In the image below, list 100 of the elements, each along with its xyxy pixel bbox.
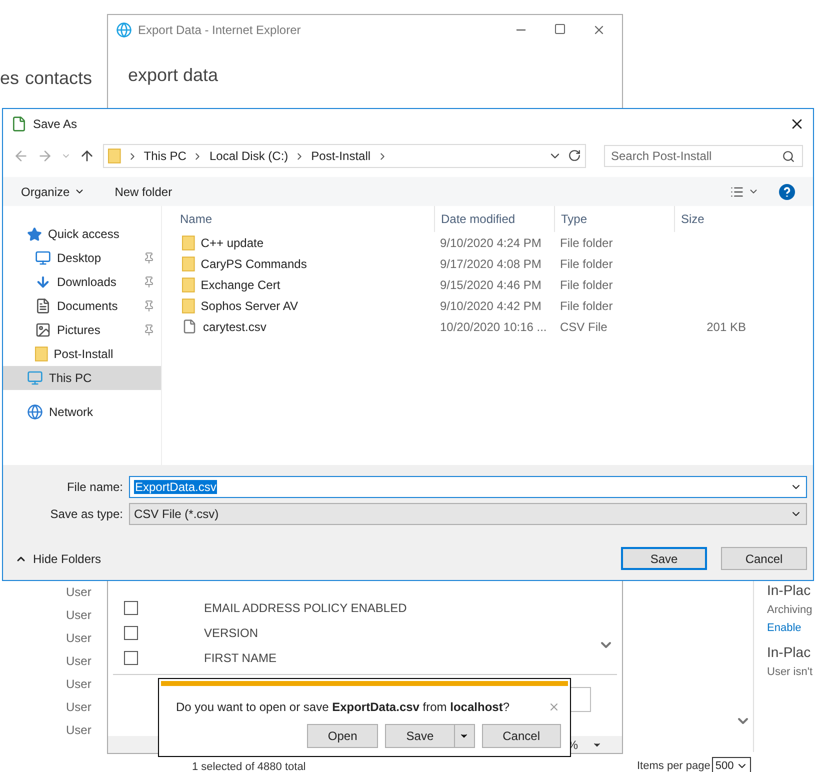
open-button[interactable]: Open bbox=[306, 724, 378, 748]
file-name-field[interactable]: ExportData.csv bbox=[129, 476, 807, 498]
file-name: CaryPS Commands bbox=[200, 256, 307, 270]
folder-icon bbox=[182, 234, 195, 250]
nav-link[interactable]: contacts bbox=[25, 68, 92, 88]
status-text: 1 selected of 4880 total bbox=[192, 761, 306, 772]
enable-link[interactable]: Enable bbox=[767, 622, 802, 634]
nav-label: Downloads bbox=[57, 275, 118, 289]
notification-message: Do you want to open or save ExportData.csv from localhost? bbox=[176, 700, 511, 714]
save-button[interactable]: Save bbox=[621, 547, 707, 570]
table-cell: User bbox=[66, 630, 92, 646]
table-cell-text: 10/20/2020 10:16 ... bbox=[439, 320, 547, 334]
nav-label: Network bbox=[49, 405, 94, 419]
panel-text: Archiving bbox=[767, 604, 812, 616]
field-label: VERSION bbox=[204, 626, 258, 640]
file-row[interactable]: C++ update 9/10/2020 4:24 PM File folder bbox=[162, 232, 813, 253]
save-icon bbox=[11, 116, 27, 132]
nav-label: Quick access bbox=[48, 227, 120, 241]
page-heading: export data bbox=[127, 64, 220, 86]
view-icon[interactable] bbox=[730, 184, 744, 198]
cancel-button[interactable]: Cancel bbox=[482, 724, 561, 748]
table-cell-text: 9/10/2020 4:42 PM bbox=[439, 298, 542, 312]
nav-item[interactable]: Network bbox=[3, 400, 161, 424]
nav-item[interactable]: Desktop bbox=[3, 246, 161, 270]
file-row[interactable]: CaryPS Commands 9/17/2020 4:08 PM File folder bbox=[162, 253, 813, 274]
table-cell-text: CSV File bbox=[559, 320, 608, 334]
breadcrumb[interactable]: This PC bbox=[144, 149, 186, 163]
folder-icon bbox=[35, 346, 48, 362]
new-folder-button[interactable]: New folder bbox=[114, 184, 172, 198]
section-heading: In-Plac bbox=[767, 582, 811, 598]
file-row[interactable]: Sophos Server AV 9/10/2020 4:42 PM File folder bbox=[162, 295, 813, 316]
table-cell-text: File folder bbox=[559, 256, 613, 270]
dropdown-button[interactable] bbox=[454, 724, 475, 748]
column-header[interactable]: Date modified bbox=[434, 206, 554, 232]
field-label: Save as type: bbox=[49, 507, 124, 521]
dialog-title: Save As bbox=[33, 117, 78, 131]
items-per-page-label: Items per page bbox=[637, 760, 710, 772]
folder-icon bbox=[108, 148, 121, 164]
organize-button[interactable]: Organize bbox=[21, 184, 85, 198]
nav-label: Post-Install bbox=[54, 347, 114, 361]
table-cell-text: 201 KB bbox=[706, 320, 747, 334]
breadcrumb[interactable]: Local Disk (C:) bbox=[209, 149, 288, 163]
picture-icon bbox=[35, 322, 51, 338]
save-button[interactable]: Save bbox=[385, 724, 455, 748]
table-cell-text: 9/15/2020 4:46 PM bbox=[439, 278, 542, 292]
column-header[interactable]: Name bbox=[162, 206, 434, 232]
field-label: File name: bbox=[66, 480, 124, 494]
folder-icon bbox=[182, 256, 195, 272]
field-label: EMAIL ADDRESS POLICY ENABLED bbox=[204, 600, 407, 614]
table-cell: User bbox=[66, 722, 92, 738]
table-cell-text: 9/17/2020 4:08 PM bbox=[439, 256, 542, 270]
file-name: C++ update bbox=[200, 236, 264, 250]
table-cell: User bbox=[66, 584, 92, 600]
refresh-icon[interactable] bbox=[568, 149, 581, 162]
checkbox[interactable] bbox=[124, 626, 138, 640]
file-row[interactable]: Exchange Cert 9/15/2020 4:46 PM File folder bbox=[162, 274, 813, 295]
file-name: Exchange Cert bbox=[200, 278, 280, 292]
nav-item[interactable]: Quick access bbox=[3, 222, 161, 246]
nav-item[interactable]: Downloads bbox=[3, 270, 161, 294]
desktop-icon bbox=[35, 250, 51, 266]
nav-label: Pictures bbox=[57, 323, 102, 337]
network-icon bbox=[27, 404, 43, 420]
nav-item[interactable]: Pictures bbox=[3, 318, 161, 342]
nav-link[interactable]: es bbox=[0, 68, 20, 88]
folder-icon bbox=[182, 276, 195, 292]
address-bar[interactable]: This PC Local Disk (C:) Post-Install bbox=[103, 144, 586, 168]
file-type-select[interactable]: CSV File (*.csv) bbox=[129, 503, 807, 525]
items-per-page-select[interactable]: 500 bbox=[712, 757, 751, 772]
file-icon bbox=[182, 319, 197, 334]
table-cell-text: 9/10/2020 4:24 PM bbox=[439, 236, 542, 250]
nav-label: Desktop bbox=[57, 251, 102, 265]
nav-item[interactable]: Post-Install bbox=[3, 342, 161, 366]
table-cell-text: File folder bbox=[559, 278, 613, 292]
window-title: Export Data - Internet Explorer bbox=[138, 23, 301, 37]
breadcrumb[interactable]: Post-Install bbox=[311, 149, 371, 163]
search-field[interactable]: Search Post-Install bbox=[604, 145, 803, 167]
checkbox[interactable] bbox=[124, 650, 138, 664]
table-cell-text: File folder bbox=[559, 236, 613, 250]
nav-label: This PC bbox=[49, 371, 93, 385]
search-icon bbox=[782, 150, 795, 163]
help-icon[interactable] bbox=[779, 184, 795, 200]
file-name: Sophos Server AV bbox=[200, 298, 298, 312]
file-row[interactable]: carytest.csv 10/20/2020 10:16 ... CSV File 201 KB bbox=[162, 316, 813, 337]
maximize-icon[interactable] bbox=[554, 23, 566, 35]
file-name: carytest.csv bbox=[203, 320, 266, 334]
table-cell: User bbox=[66, 699, 92, 715]
checkbox[interactable] bbox=[124, 600, 138, 614]
browser-icon bbox=[116, 22, 132, 38]
cancel-button[interactable]: Cancel bbox=[721, 547, 807, 570]
up-icon[interactable] bbox=[79, 148, 95, 164]
star-icon bbox=[27, 226, 42, 242]
table-cell: User bbox=[66, 607, 92, 623]
column-header[interactable]: Type bbox=[554, 206, 674, 232]
hide-folders-button[interactable]: Hide Folders bbox=[15, 552, 102, 566]
column-header[interactable]: Size bbox=[674, 206, 754, 232]
section-heading: In-Plac bbox=[767, 644, 811, 660]
table-cell-text: File folder bbox=[559, 298, 613, 312]
nav-item[interactable]: This PC bbox=[3, 366, 161, 390]
computer-icon bbox=[27, 370, 43, 386]
nav-item[interactable]: Documents bbox=[3, 294, 161, 318]
